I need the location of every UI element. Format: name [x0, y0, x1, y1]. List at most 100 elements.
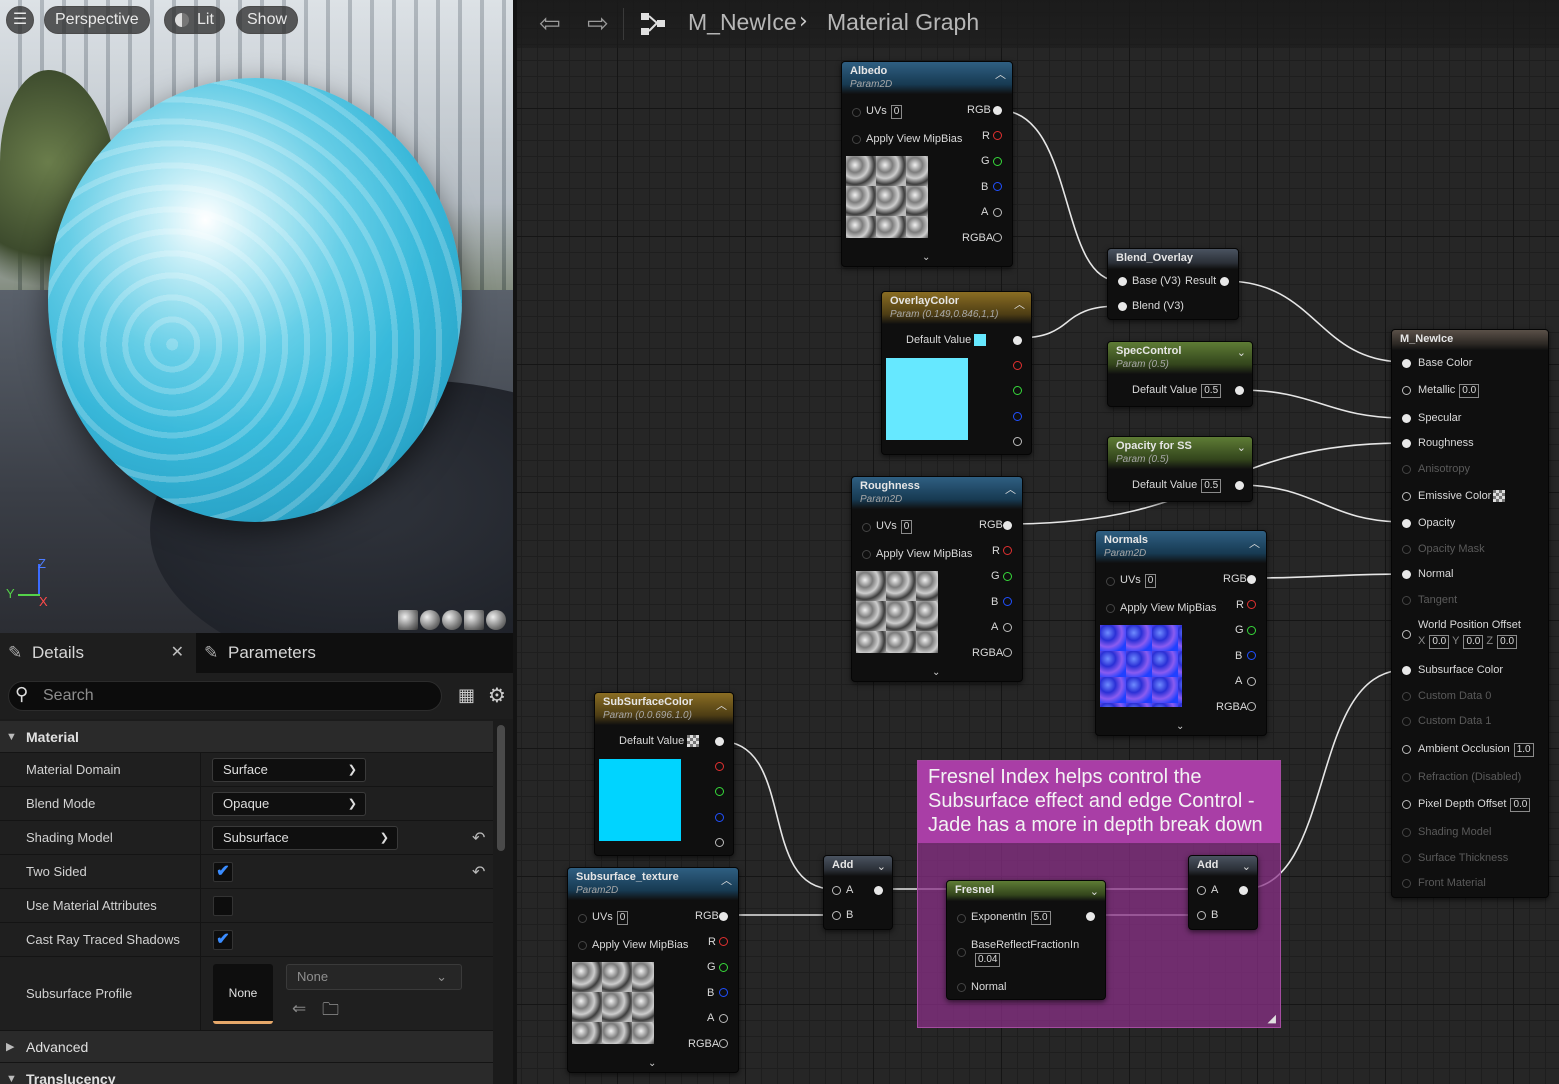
- rgba-output-pin[interactable]: [719, 1039, 728, 1048]
- b-input-pin[interactable]: [832, 911, 841, 920]
- material-graph[interactable]: Fresnel Index helps control the Subsurfa…: [513, 0, 1559, 1084]
- r-output-pin[interactable]: [719, 937, 728, 946]
- output-pin[interactable]: [1013, 336, 1022, 345]
- output-pin[interactable]: [1239, 886, 1248, 895]
- material-domain-dropdown[interactable]: Surface ❯: [212, 758, 366, 782]
- g-output-pin[interactable]: [719, 963, 728, 972]
- r-output-pin[interactable]: [1247, 600, 1256, 609]
- collapse-icon[interactable]: ︿: [716, 697, 727, 713]
- g-output-pin[interactable]: [1013, 386, 1022, 395]
- viewport-menu-button[interactable]: ☰: [6, 6, 34, 34]
- wpo-pin[interactable]: [1402, 630, 1411, 639]
- ambient-occlusion-pin[interactable]: [1402, 745, 1411, 754]
- g-output-pin[interactable]: [715, 787, 724, 796]
- g-output-pin[interactable]: [1247, 626, 1256, 635]
- result-output-pin[interactable]: [1220, 277, 1229, 286]
- output-pin[interactable]: [1086, 912, 1095, 921]
- plane-preview-icon[interactable]: [442, 610, 462, 630]
- use-material-attributes-checkbox[interactable]: [213, 896, 233, 916]
- browse-asset-icon[interactable]: 🗀: [322, 997, 339, 1026]
- r-output-pin[interactable]: [715, 762, 724, 771]
- search-box[interactable]: ⚲: [8, 681, 442, 711]
- metallic-pin[interactable]: [1402, 386, 1411, 395]
- r-output-pin[interactable]: [1013, 361, 1022, 370]
- a-output-pin[interactable]: [719, 1014, 728, 1023]
- blend-mode-dropdown[interactable]: Opaque ❯: [212, 792, 366, 816]
- subsurface-profile-dropdown[interactable]: None ⌄: [286, 964, 462, 990]
- gear-icon[interactable]: ⚙: [488, 683, 506, 707]
- node-albedo[interactable]: Albedo Param2D ︿ UVs 0 Apply View MipBias R…: [841, 61, 1013, 267]
- blend-input-pin[interactable]: [1118, 302, 1127, 311]
- rgb-output-pin[interactable]: [719, 912, 728, 921]
- rgb-output-pin[interactable]: [1247, 575, 1256, 584]
- forward-arrow-icon[interactable]: ⇨: [587, 9, 609, 39]
- collapse-icon[interactable]: ︿: [721, 872, 732, 888]
- breadcrumb-asset[interactable]: M_NewIce: [688, 9, 797, 36]
- checker-swatch[interactable]: [687, 735, 699, 747]
- b-output-pin[interactable]: [993, 182, 1002, 191]
- shading-model-dropdown[interactable]: Subsurface ❯: [212, 826, 398, 850]
- table-view-icon[interactable]: ▦: [458, 685, 475, 706]
- chevron-down-icon[interactable]: ⌄: [1242, 860, 1251, 873]
- close-icon[interactable]: ✕: [171, 633, 184, 673]
- a-output-pin[interactable]: [1247, 677, 1256, 686]
- sphere-preview-icon[interactable]: [420, 610, 440, 630]
- node-add-2[interactable]: Add ⌄ A B: [1188, 855, 1258, 930]
- uvs-pin[interactable]: [1106, 577, 1115, 586]
- r-output-pin[interactable]: [1003, 546, 1012, 555]
- color-swatch[interactable]: [974, 334, 986, 346]
- tab-parameters[interactable]: ✎ Parameters: [196, 633, 513, 673]
- expand-icon[interactable]: ⌄: [1176, 721, 1184, 732]
- use-selected-asset-icon[interactable]: ⇐: [292, 999, 306, 1019]
- output-pin[interactable]: [1235, 481, 1244, 490]
- mip-pin[interactable]: [852, 135, 861, 144]
- node-subsurface-texture[interactable]: Subsurface_texture Param2D ︿ UVs 0 Apply Vi…: [567, 867, 739, 1073]
- back-arrow-icon[interactable]: ⇦: [539, 9, 561, 39]
- a-output-pin[interactable]: [1003, 623, 1012, 632]
- node-subsurface-color[interactable]: SubSurfaceColor Param (0.0.696.1.0) ︿ Defa…: [594, 692, 734, 856]
- r-output-pin[interactable]: [993, 131, 1002, 140]
- opacity-pin[interactable]: [1402, 519, 1411, 528]
- cast-ray-traced-shadows-checkbox[interactable]: ✔: [213, 930, 233, 950]
- rgb-output-pin[interactable]: [1003, 521, 1012, 530]
- details-scrollbar[interactable]: [497, 725, 505, 851]
- lit-button[interactable]: Lit: [164, 6, 225, 34]
- collapse-icon[interactable]: ︿: [995, 66, 1006, 82]
- rgba-output-pin[interactable]: [993, 233, 1002, 242]
- node-material-result[interactable]: M_NewIce Base Color Metallic 0.0 Specular…: [1391, 329, 1549, 898]
- tab-details[interactable]: ✎ Details ✕: [0, 633, 196, 673]
- rgb-output-pin[interactable]: [993, 106, 1002, 115]
- a-input-pin[interactable]: [1197, 886, 1206, 895]
- b-input-pin[interactable]: [1197, 911, 1206, 920]
- output-pin[interactable]: [715, 737, 724, 746]
- category-material[interactable]: ▼ Material: [0, 721, 493, 753]
- node-roughness[interactable]: Roughness Param2D ︿ UVs 0 Apply View MipBia…: [851, 476, 1023, 682]
- normal-input-pin[interactable]: [957, 983, 966, 992]
- rgba-output-pin[interactable]: [1003, 648, 1012, 657]
- chevron-down-icon[interactable]: ⌄: [1090, 885, 1099, 898]
- search-input[interactable]: [43, 685, 433, 707]
- resize-handle-icon[interactable]: ◢: [1268, 1012, 1276, 1025]
- collapse-icon[interactable]: ︿: [1249, 535, 1260, 551]
- perspective-button[interactable]: Perspective: [44, 6, 150, 34]
- category-translucency[interactable]: ▼ Translucency: [0, 1063, 493, 1084]
- comment-text[interactable]: Fresnel Index helps control the Subsurfa…: [918, 761, 1280, 843]
- chevron-down-icon[interactable]: ⌄: [1237, 441, 1246, 454]
- output-pin[interactable]: [874, 886, 883, 895]
- node-spec-control[interactable]: SpecControl Param (0.5) ⌄ Default Value 0.5: [1107, 341, 1253, 407]
- cylinder-preview-icon[interactable]: [398, 610, 418, 630]
- specular-pin[interactable]: [1402, 414, 1411, 423]
- two-sided-checkbox[interactable]: ✔: [213, 862, 233, 882]
- node-opacity-for-ss[interactable]: Opacity for SS Param (0.5) ⌄ Default Value…: [1107, 436, 1253, 502]
- roughness-pin[interactable]: [1402, 439, 1411, 448]
- chevron-down-icon[interactable]: ⌄: [877, 860, 886, 873]
- node-blend-overlay[interactable]: Blend_Overlay Base (V3) Result Blend (V3…: [1107, 248, 1239, 320]
- pixel-depth-offset-pin[interactable]: [1402, 800, 1411, 809]
- checker-swatch[interactable]: [1493, 490, 1505, 502]
- category-advanced[interactable]: ▶ Advanced: [0, 1031, 493, 1063]
- subsurface-color-pin[interactable]: [1402, 666, 1411, 675]
- a-output-pin[interactable]: [1013, 437, 1022, 446]
- node-normals[interactable]: Normals Param2D ︿ UVs 0 Apply View MipBias …: [1095, 530, 1267, 736]
- expand-icon[interactable]: ⌄: [648, 1058, 656, 1069]
- normal-pin[interactable]: [1402, 570, 1411, 579]
